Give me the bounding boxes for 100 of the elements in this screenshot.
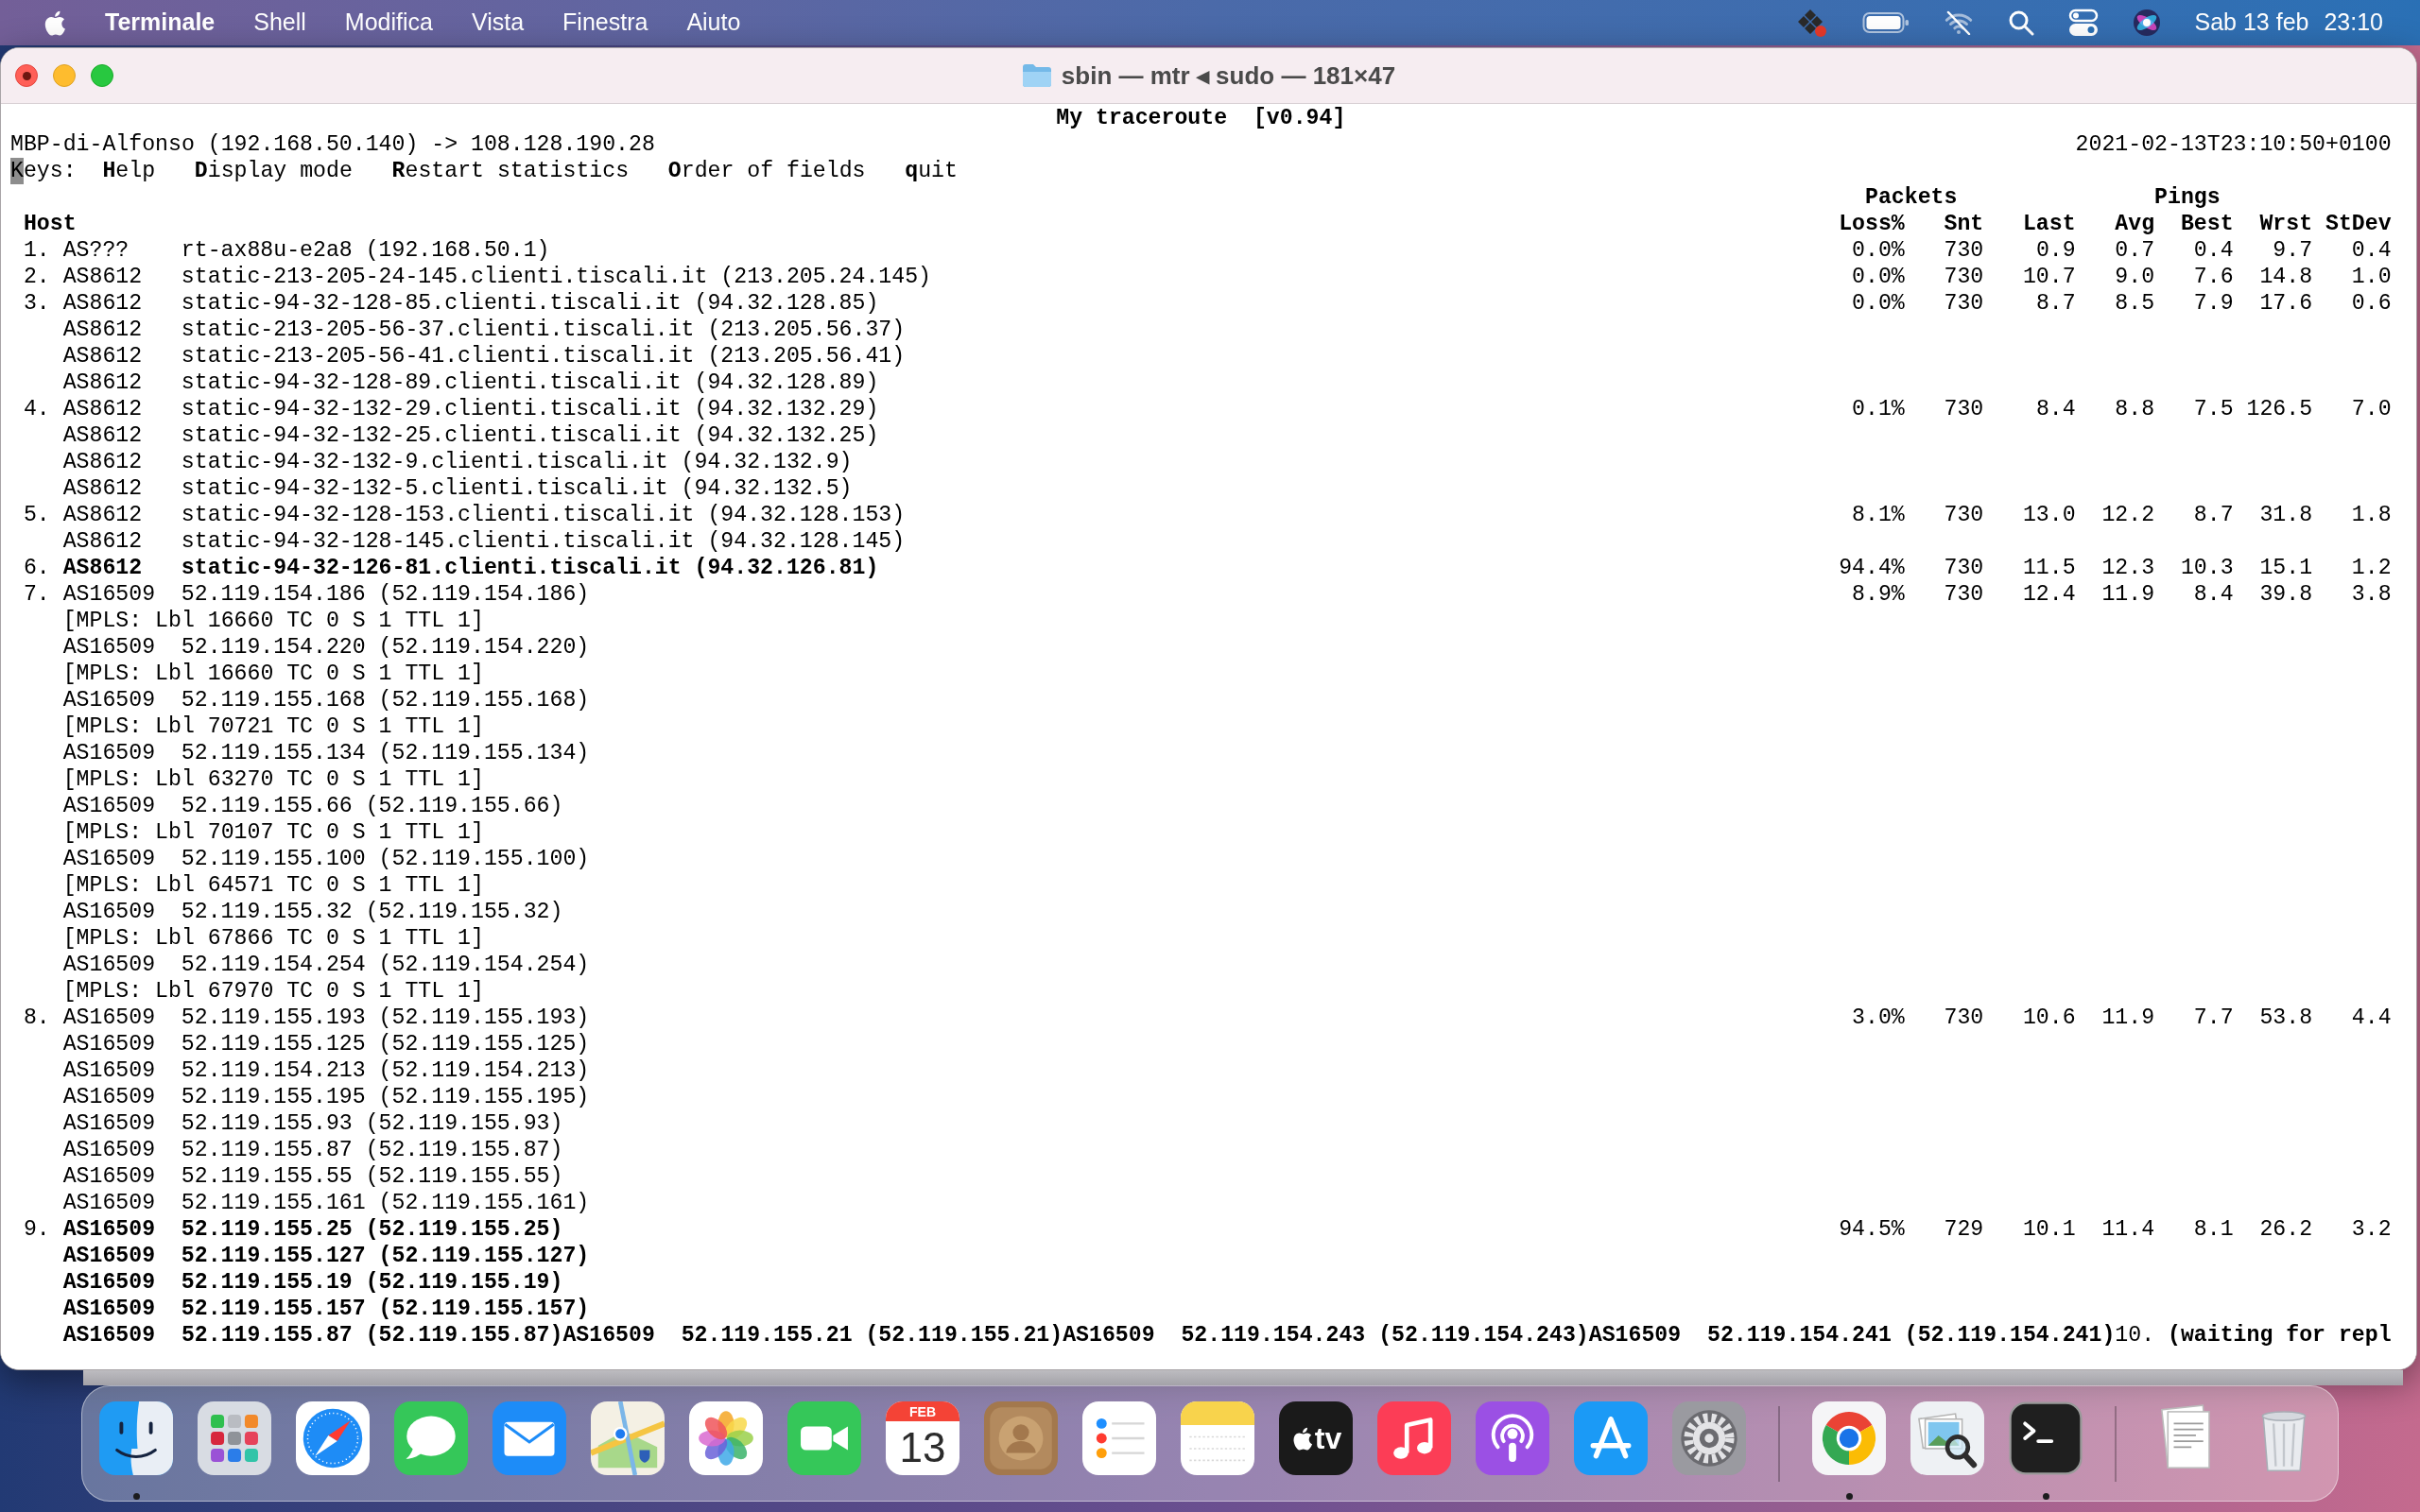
host-address: static-94-32-132-9.clienti.tiscali.it (94.32.132.9) bbox=[181, 450, 853, 474]
column-header: Wrst bbox=[2259, 211, 2313, 237]
as-number: AS16509 bbox=[62, 1085, 156, 1109]
video-camera-icon[interactable] bbox=[787, 1401, 861, 1475]
stat-value: 8.9% bbox=[1852, 581, 1905, 608]
stat-value: 10.1 bbox=[2022, 1216, 2076, 1243]
stat-value: 7.7 bbox=[2193, 1005, 2234, 1031]
stat-value: 11.9 bbox=[2101, 1005, 2155, 1031]
stat-value: 0.0% bbox=[1852, 237, 1905, 264]
stat-value: 13.0 bbox=[2022, 502, 2076, 528]
stat-value: 17.6 bbox=[2259, 290, 2313, 317]
as-number: AS16509 bbox=[62, 1058, 156, 1083]
stat-value: 1.0 bbox=[2351, 264, 2392, 290]
map-icon[interactable] bbox=[591, 1401, 665, 1475]
speech-bubble-icon[interactable] bbox=[394, 1401, 468, 1475]
as-number: AS16509 bbox=[62, 953, 156, 977]
wifi-off-icon[interactable] bbox=[1943, 10, 1974, 35]
toggle-switches-icon[interactable] bbox=[2067, 9, 2099, 37]
column-header: StDev bbox=[2325, 211, 2392, 237]
stat-value: 1.2 bbox=[2351, 555, 2392, 581]
column-header: Host bbox=[23, 212, 77, 236]
stat-value: 730 bbox=[1944, 555, 1984, 581]
as-number: AS16509 bbox=[62, 635, 156, 660]
column-header: Avg bbox=[2115, 211, 2155, 237]
stat-value: 7.5 bbox=[2193, 396, 2234, 422]
stat-value: 9.7 bbox=[2273, 237, 2313, 264]
as-number: AS16509 bbox=[62, 1138, 156, 1162]
smiling-face-icon[interactable] bbox=[99, 1401, 173, 1475]
app-grid-icon[interactable] bbox=[198, 1401, 271, 1475]
tv-icon[interactable]: tv bbox=[1279, 1401, 1353, 1475]
stat-value: 730 bbox=[1944, 290, 1984, 317]
stat-value: 729 bbox=[1944, 1216, 1984, 1243]
menu-item[interactable]: Aiuto bbox=[686, 5, 741, 41]
calendar-icon[interactable]: FEB 13 bbox=[886, 1401, 959, 1475]
host-address: 52.119.155.66 (52.119.155.66) bbox=[181, 794, 563, 818]
menu-bar-clock[interactable]: 23:10 bbox=[2324, 5, 2383, 41]
search-icon[interactable] bbox=[2007, 9, 2034, 36]
stat-value: 0.1% bbox=[1852, 396, 1905, 422]
close-button[interactable] bbox=[15, 64, 38, 87]
as-number: AS8612 bbox=[62, 291, 143, 316]
flower-icon[interactable] bbox=[689, 1401, 763, 1475]
notepad-icon[interactable] bbox=[1181, 1401, 1254, 1475]
hop-number: 3. bbox=[23, 291, 50, 316]
menu-item[interactable]: Vista bbox=[471, 5, 525, 41]
menu-item[interactable]: Finestra bbox=[562, 5, 648, 41]
photo-magnifier-icon[interactable] bbox=[1910, 1401, 1984, 1475]
host-address: 52.119.155.55 (52.119.155.55) bbox=[181, 1164, 563, 1189]
stat-value: 7.6 bbox=[2193, 264, 2234, 290]
battery-icon[interactable] bbox=[1861, 11, 1910, 34]
music-note-icon[interactable] bbox=[1377, 1401, 1451, 1475]
menu-item[interactable]: Modifica bbox=[344, 5, 433, 41]
stat-value: 0.4 bbox=[2193, 237, 2234, 264]
as-number: AS16509 bbox=[62, 741, 156, 765]
as-number: AS8612 bbox=[62, 529, 143, 554]
gear-icon[interactable] bbox=[1672, 1401, 1746, 1475]
stat-value: 31.8 bbox=[2259, 502, 2313, 528]
menu-item[interactable]: Shell bbox=[253, 5, 306, 41]
column-group-header: Pings bbox=[2154, 185, 2221, 210]
mpls-label: [MPLS: Lbl 63270 TC 0 S 1 TTL 1] bbox=[62, 766, 484, 793]
stat-value: 3.0% bbox=[1852, 1005, 1905, 1031]
stat-value: 3.8 bbox=[2351, 581, 2392, 608]
calendar-day: 13 bbox=[899, 1421, 946, 1473]
hop-number: 4. bbox=[23, 397, 50, 421]
stat-value: 8.7 bbox=[2035, 290, 2076, 317]
microphone-icon[interactable] bbox=[1476, 1401, 1549, 1475]
diamond-grid-icon[interactable] bbox=[1797, 8, 1828, 38]
stat-value: 730 bbox=[1944, 237, 1984, 264]
mpls-label: [MPLS: Lbl 70721 TC 0 S 1 TTL 1] bbox=[62, 713, 484, 740]
column-header: Best bbox=[2180, 211, 2234, 237]
colorful-orb-icon[interactable] bbox=[2132, 9, 2161, 37]
host-address: static-94-32-128-145.clienti.tiscali.it (94.32.128.145) bbox=[181, 529, 906, 554]
letter-a-icon[interactable] bbox=[1574, 1401, 1648, 1475]
color-wheel-icon[interactable] bbox=[1812, 1401, 1886, 1475]
host-address: 52.119.155.161 (52.119.155.161) bbox=[181, 1191, 590, 1215]
column-header: Snt bbox=[1944, 211, 1984, 237]
mpls-label: [MPLS: Lbl 67866 TC 0 S 1 TTL 1] bbox=[62, 925, 484, 952]
stat-value: 126.5 bbox=[2246, 396, 2313, 422]
as-number: AS8612 bbox=[62, 503, 143, 527]
menu-bar-date[interactable]: Sab 13 feb bbox=[2194, 5, 2309, 41]
tv-label: tv bbox=[1314, 1423, 1342, 1453]
stat-value: 8.8 bbox=[2115, 396, 2155, 422]
stat-value: 3.2 bbox=[2351, 1216, 2392, 1243]
app-menu[interactable]: Terminale bbox=[105, 5, 216, 41]
text-cursor: K bbox=[10, 158, 24, 184]
stat-value: 730 bbox=[1944, 581, 1984, 608]
zoom-button[interactable] bbox=[91, 64, 113, 87]
stat-value: 12.2 bbox=[2101, 502, 2155, 528]
as-number: AS16509 bbox=[62, 1297, 156, 1321]
mpls-label: [MPLS: Lbl 16660 TC 0 S 1 TTL 1] bbox=[62, 608, 484, 634]
envelope-icon[interactable] bbox=[493, 1401, 566, 1475]
host-address: static-94-32-128-89.clienti.tiscali.it (94.32.128.89) bbox=[181, 370, 879, 395]
compass-icon[interactable] bbox=[296, 1401, 370, 1475]
host-list-line: AS16509 52.119.155.87 (52.119.155.87)AS16509 52.119.155.21 (52.119.155.21)AS16509 52.119.154.243 (52.119.154.243)AS16509 52.119.154.241 (52.119.154.241)10. (waiting for repl bbox=[62, 1322, 2392, 1349]
as-number: AS16509 bbox=[62, 582, 156, 607]
stat-value: 0.6 bbox=[2351, 290, 2392, 317]
as-number: AS16509 bbox=[62, 1270, 156, 1295]
terminal-prompt-icon[interactable] bbox=[2009, 1401, 2083, 1475]
checklist-icon[interactable] bbox=[1082, 1401, 1156, 1475]
stat-value: 730 bbox=[1944, 1005, 1984, 1031]
as-number: AS16509 bbox=[62, 1164, 156, 1189]
